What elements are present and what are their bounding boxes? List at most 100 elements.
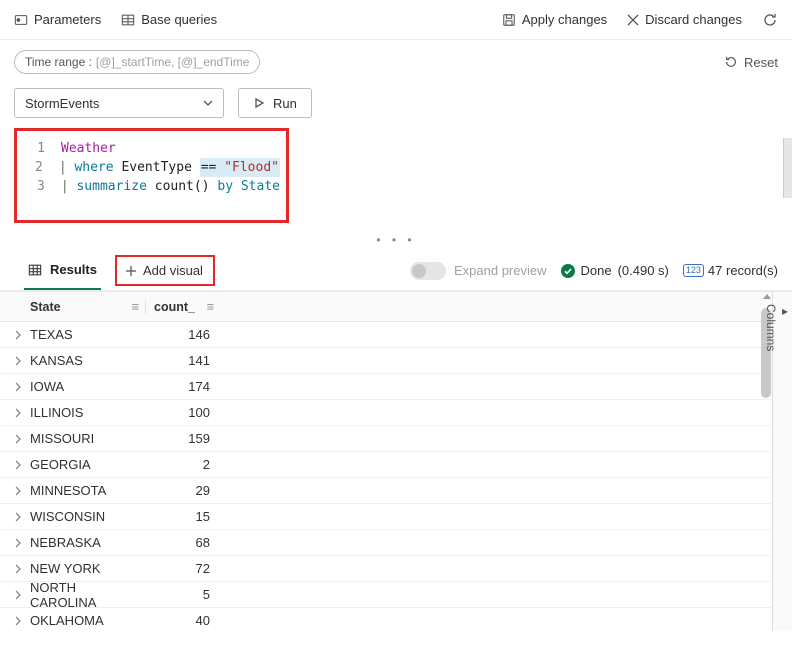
cell-state: NEW YORK <box>30 561 145 576</box>
base-queries-button[interactable]: Base queries <box>121 12 217 27</box>
expand-row-icon[interactable] <box>6 616 30 626</box>
base-queries-label: Base queries <box>141 12 217 27</box>
code-editor[interactable]: 1 Weather 2 | where EventType == "Flood"… <box>14 128 289 223</box>
table-row[interactable]: ILLINOIS100 <box>0 400 792 426</box>
add-visual-label: Add visual <box>143 263 203 278</box>
add-visual-button[interactable]: Add visual <box>115 255 215 286</box>
table-icon <box>121 13 135 27</box>
expand-row-icon[interactable] <box>6 538 30 548</box>
menu-icon[interactable]: ≡ <box>207 300 214 314</box>
editor-area: 1 Weather 2 | where EventType == "Flood"… <box>0 128 792 231</box>
table-row[interactable]: MISSOURI159 <box>0 426 792 452</box>
record-count: 123 47 record(s) <box>683 263 778 278</box>
plus-icon <box>125 265 137 277</box>
datasource-value: StormEvents <box>25 96 99 111</box>
menu-icon[interactable]: ≡ <box>132 300 139 314</box>
table-row[interactable]: MINNESOTA29 <box>0 478 792 504</box>
code-line-2: 2 | where EventType == "Flood" <box>23 158 280 177</box>
expand-row-icon[interactable] <box>6 408 30 418</box>
expand-preview-label: Expand preview <box>454 263 547 278</box>
table-row[interactable]: GEORGIA2 <box>0 452 792 478</box>
grid-header: State ≡ count_ ≡ <box>0 292 792 322</box>
parameters-button[interactable]: Parameters <box>14 12 101 27</box>
expand-row-icon[interactable] <box>6 460 30 470</box>
cell-count: 174 <box>145 379 220 394</box>
query-status: Done (0.490 s) <box>561 263 669 278</box>
datasource-select[interactable]: StormEvents <box>14 88 224 118</box>
cell-count: 100 <box>145 405 220 420</box>
table-row[interactable]: NORTH CAROLINA5 <box>0 582 792 608</box>
cell-count: 2 <box>145 457 220 472</box>
results-grid: State ≡ count_ ≡ TEXAS146KANSAS141IOWA17… <box>0 291 792 631</box>
expand-row-icon[interactable] <box>6 590 30 600</box>
table-row[interactable]: IOWA174 <box>0 374 792 400</box>
time-range-row: Time range : [@]_startTime, [@]_endTime … <box>0 40 792 84</box>
expand-preview-toggle[interactable] <box>410 262 446 280</box>
record-count-label: 47 record(s) <box>708 263 778 278</box>
cell-count: 40 <box>145 613 220 628</box>
grid-body[interactable]: TEXAS146KANSAS141IOWA174ILLINOIS100MISSO… <box>0 322 792 631</box>
table-row[interactable]: NEW YORK72 <box>0 556 792 582</box>
reset-button[interactable]: Reset <box>724 55 778 70</box>
column-header-count[interactable]: count_ ≡ <box>145 300 220 314</box>
cell-state: OKLAHOMA <box>30 613 145 628</box>
table-row[interactable]: OKLAHOMA40 <box>0 608 792 631</box>
cell-state: GEORGIA <box>30 457 145 472</box>
expand-row-icon[interactable] <box>6 356 30 366</box>
cell-count: 159 <box>145 431 220 446</box>
editor-gripper[interactable] <box>783 138 792 198</box>
reset-label: Reset <box>744 55 778 70</box>
cell-state: WISCONSIN <box>30 509 145 524</box>
cell-count: 29 <box>145 483 220 498</box>
cell-count: 141 <box>145 353 220 368</box>
discard-changes-label: Discard changes <box>645 12 742 27</box>
time-range-pill[interactable]: Time range : [@]_startTime, [@]_endTime <box>14 50 260 74</box>
cell-count: 5 <box>145 587 220 602</box>
table-row[interactable]: WISCONSIN15 <box>0 504 792 530</box>
time-range-label: Time range : <box>25 55 92 69</box>
grid-icon <box>28 263 42 277</box>
close-icon <box>627 14 639 26</box>
expand-row-icon[interactable] <box>6 512 30 522</box>
tab-results[interactable]: Results <box>24 251 101 290</box>
run-button[interactable]: Run <box>238 88 312 118</box>
table-row[interactable]: KANSAS141 <box>0 348 792 374</box>
code-line-3: 3 | summarize count() by State <box>23 177 280 196</box>
table-row[interactable]: TEXAS146 <box>0 322 792 348</box>
line-number: 1 <box>23 139 45 158</box>
run-label: Run <box>273 96 297 111</box>
parameters-label: Parameters <box>34 12 101 27</box>
expand-row-icon[interactable] <box>6 486 30 496</box>
play-icon <box>253 97 265 109</box>
columns-panel-handle[interactable]: ▸ Columns <box>772 292 792 631</box>
cell-state: IOWA <box>30 379 145 394</box>
cell-state: MINNESOTA <box>30 483 145 498</box>
cell-count: 72 <box>145 561 220 576</box>
code-line-1: 1 Weather <box>23 139 280 158</box>
expand-row-icon[interactable] <box>6 382 30 392</box>
query-controls: StormEvents Run <box>0 84 792 128</box>
results-toolbar: Results Add visual Expand preview Done (… <box>0 251 792 291</box>
chevron-down-icon <box>203 98 213 108</box>
cell-state: NEBRASKA <box>30 535 145 550</box>
cell-count: 15 <box>145 509 220 524</box>
refresh-icon <box>762 12 778 28</box>
refresh-button[interactable] <box>762 12 778 28</box>
cell-count: 68 <box>145 535 220 550</box>
table-row[interactable]: NEBRASKA68 <box>0 530 792 556</box>
cell-state: MISSOURI <box>30 431 145 446</box>
check-icon <box>561 264 575 278</box>
top-toolbar: Parameters Base queries Apply changes Di… <box>0 0 792 40</box>
line-number: 3 <box>23 177 45 196</box>
horizontal-splitter[interactable]: • • • <box>0 231 792 251</box>
number-badge-icon: 123 <box>683 264 704 277</box>
expand-row-icon[interactable] <box>6 564 30 574</box>
expand-row-icon[interactable] <box>6 434 30 444</box>
expand-row-icon[interactable] <box>6 330 30 340</box>
apply-changes-button[interactable]: Apply changes <box>502 12 607 27</box>
discard-changes-button[interactable]: Discard changes <box>627 12 742 27</box>
column-header-state[interactable]: State ≡ <box>30 300 145 314</box>
status-time: (0.490 s) <box>618 263 669 278</box>
cell-state: ILLINOIS <box>30 405 145 420</box>
undo-icon <box>724 55 738 69</box>
